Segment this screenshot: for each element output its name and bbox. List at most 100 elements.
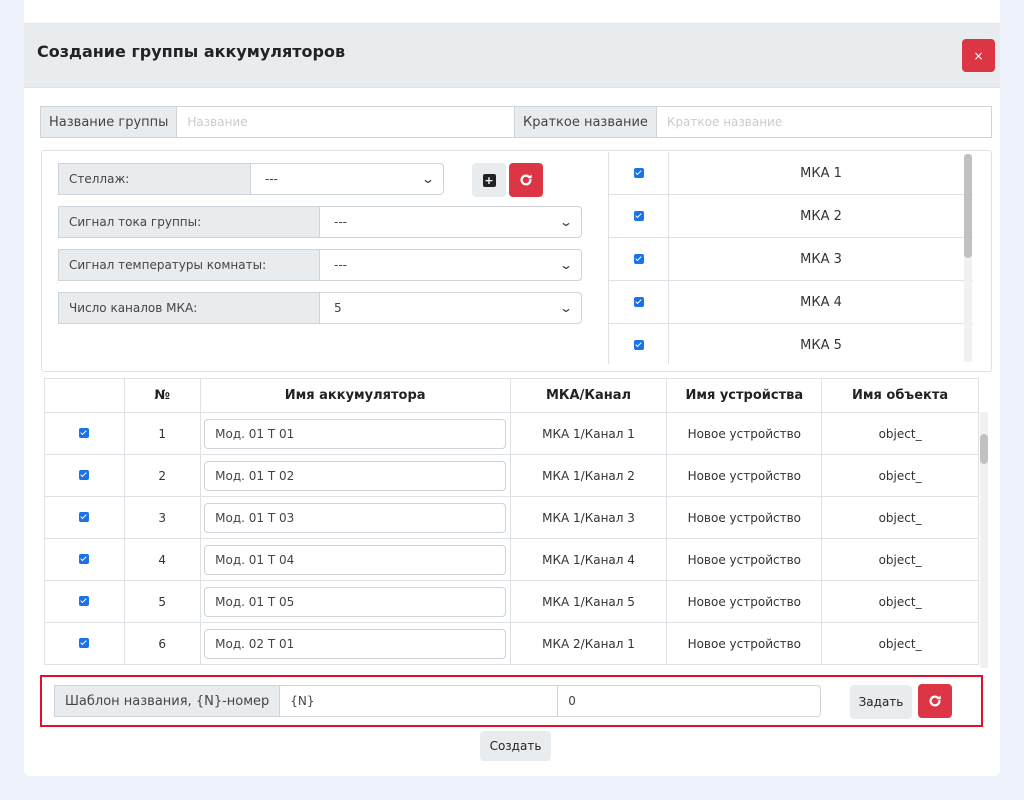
row-device: Новое устройство <box>666 538 823 581</box>
rack-select-value: --- <box>265 172 278 186</box>
close-icon: × <box>973 48 984 63</box>
table-row: 5 Мод. 01 Т 05 МКА 1/Канал 5 Новое устро… <box>44 580 979 623</box>
mka-item-label: МКА 3 <box>800 251 842 267</box>
mka-checkbox[interactable] <box>633 211 644 221</box>
add-rack-button[interactable]: + <box>472 163 506 197</box>
modal-title: Создание группы аккумуляторов <box>37 42 346 61</box>
table-row: 2 Мод. 01 Т 02 МКА 1/Канал 2 Новое устро… <box>44 454 979 497</box>
row-device: Новое устройство <box>666 412 823 455</box>
short-name-input[interactable]: Краткое название <box>656 106 992 138</box>
row-number: 3 <box>123 496 201 539</box>
name-template-group: Шаблон названия, {N}-номер {N} 0 <box>54 685 821 717</box>
temp-signal-group: Сигнал температуры комнаты: --- ⌄ <box>58 249 582 281</box>
current-signal-select[interactable]: --- ⌄ <box>320 206 582 238</box>
col-header-select <box>44 378 125 413</box>
row-channel: МКА 1/Канал 1 <box>509 412 668 455</box>
mka-checkbox[interactable] <box>633 340 644 350</box>
battery-table: № Имя аккумулятора МКА/Канал Имя устройс… <box>44 378 979 665</box>
group-name-input[interactable]: Название <box>177 106 515 138</box>
create-button[interactable]: Создать <box>480 731 551 761</box>
short-name-group: Краткое название Краткое название <box>514 106 992 138</box>
mka-channels-select[interactable]: 5 ⌄ <box>320 292 582 324</box>
row-number: 2 <box>123 454 201 497</box>
start-number-input[interactable]: 0 <box>558 685 821 717</box>
settings-panel: Стеллаж: --- ⌄ + Сигнал тока группы: --- <box>41 150 992 372</box>
refresh-rack-button[interactable] <box>509 163 543 197</box>
col-header-number: № <box>123 378 201 413</box>
name-template-input[interactable]: {N} <box>280 685 559 717</box>
battery-name-input[interactable]: Мод. 01 Т 02 <box>204 460 507 491</box>
row-checkbox[interactable] <box>79 511 90 522</box>
rack-label: Стеллаж: <box>58 163 251 195</box>
col-header-mka-channel: МКА/Канал <box>509 378 668 413</box>
mka-item-label: МКА 2 <box>800 208 842 224</box>
battery-name-input[interactable]: Мод. 02 Т 01 <box>204 628 507 659</box>
rack-select[interactable]: --- ⌄ <box>251 163 444 195</box>
battery-name-input[interactable]: Мод. 01 Т 03 <box>204 502 507 533</box>
chevron-down-icon: ⌄ <box>558 301 574 315</box>
redo-icon <box>520 174 532 186</box>
battery-name-input[interactable]: Мод. 01 Т 01 <box>204 418 507 449</box>
current-signal-label: Сигнал тока группы: <box>58 206 320 238</box>
row-checkbox[interactable] <box>79 427 90 438</box>
battery-table-container: № Имя аккумулятора МКА/Канал Имя устройс… <box>44 378 996 668</box>
row-object: object_ <box>821 580 979 623</box>
table-row: 3 Мод. 01 Т 03 МКА 1/Канал 3 Новое устро… <box>44 496 979 539</box>
row-checkbox[interactable] <box>79 469 90 480</box>
row-checkbox[interactable] <box>79 595 90 606</box>
plus-square-icon: + <box>482 173 496 187</box>
table-scrollbar[interactable] <box>980 412 988 668</box>
temp-signal-select[interactable]: --- ⌄ <box>320 249 582 281</box>
mka-list-scroll-thumb[interactable] <box>964 154 972 258</box>
create-group-modal: Создание группы аккумуляторов × Название… <box>24 24 1000 776</box>
row-checkbox[interactable] <box>79 553 90 564</box>
battery-name-input[interactable]: Мод. 01 Т 04 <box>204 544 507 575</box>
row-device: Новое устройство <box>666 454 823 497</box>
row-channel: МКА 1/Канал 4 <box>509 538 668 581</box>
mka-checkbox[interactable] <box>633 297 644 307</box>
battery-name-input[interactable]: Мод. 01 Т 05 <box>204 586 507 617</box>
table-scroll-thumb[interactable] <box>980 434 988 464</box>
mka-channels-label: Число каналов МКА: <box>58 292 320 324</box>
row-device: Новое устройство <box>666 622 823 665</box>
app-frame: Создание группы аккумуляторов × Название… <box>0 0 1024 800</box>
row-number: 6 <box>123 622 201 665</box>
row-device: Новое устройство <box>666 580 823 623</box>
mka-item: МКА 5 <box>609 324 973 364</box>
mka-item: МКА 3 <box>609 238 973 281</box>
apply-template-button[interactable]: Задать <box>850 685 912 719</box>
name-template-section: Шаблон названия, {N}-номер {N} 0 Задать <box>40 675 983 727</box>
background-page-strip <box>24 0 1000 24</box>
current-signal-group: Сигнал тока группы: --- ⌄ <box>58 206 582 238</box>
row-object: object_ <box>821 454 979 497</box>
group-name-label: Название группы <box>40 106 178 138</box>
temp-signal-value: --- <box>334 258 347 272</box>
group-name-group: Название группы Название <box>40 106 515 138</box>
redo-icon <box>929 695 941 707</box>
row-checkbox[interactable] <box>79 637 90 648</box>
mka-item-label: МКА 4 <box>800 294 842 310</box>
col-header-device-name: Имя устройства <box>666 378 823 413</box>
mka-channels-group: Число каналов МКА: 5 ⌄ <box>58 292 582 324</box>
row-device: Новое устройство <box>666 496 823 539</box>
mka-checkbox[interactable] <box>633 254 644 264</box>
modal-header: Создание группы аккумуляторов × <box>24 24 1000 88</box>
mka-checkbox[interactable] <box>633 168 644 178</box>
table-row: 1 Мод. 01 Т 01 МКА 1/Канал 1 Новое устро… <box>44 412 979 455</box>
row-channel: МКА 1/Канал 5 <box>509 580 668 623</box>
table-row: 4 Мод. 01 Т 04 МКА 1/Канал 4 Новое устро… <box>44 538 979 581</box>
reset-template-button[interactable] <box>918 684 952 718</box>
row-number: 1 <box>123 412 201 455</box>
mka-list: МКА 1 МКА 2 МКА 3 МКА 4 МКА 5 <box>608 152 973 364</box>
chevron-down-icon: ⌄ <box>558 258 574 272</box>
mka-list-scrollbar[interactable] <box>964 154 972 362</box>
row-channel: МКА 1/Канал 2 <box>509 454 668 497</box>
chevron-down-icon: ⌄ <box>558 215 574 229</box>
col-header-object-name: Имя объекта <box>821 378 979 413</box>
close-button[interactable]: × <box>962 39 995 72</box>
mka-item: МКА 2 <box>609 195 973 238</box>
mka-item: МКА 1 <box>609 152 973 195</box>
mka-item-label: МКА 5 <box>800 337 842 353</box>
row-number: 4 <box>123 538 201 581</box>
name-template-label: Шаблон названия, {N}-номер <box>54 685 281 717</box>
